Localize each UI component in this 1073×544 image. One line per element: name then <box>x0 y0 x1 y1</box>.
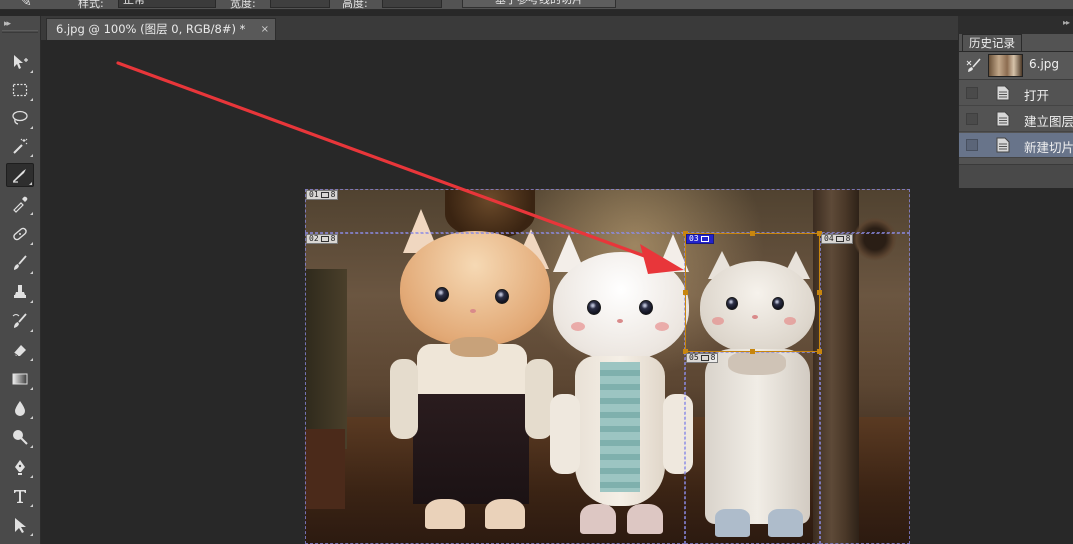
history-panel-tab[interactable]: 历史记录 <box>962 34 1022 52</box>
panel-collapse-icon[interactable]: ▸▸ <box>1063 18 1070 27</box>
height-field[interactable] <box>382 0 442 8</box>
slice-number: 04 <box>824 234 834 243</box>
pen-tool-icon[interactable] <box>6 455 34 479</box>
toolbox-grip[interactable] <box>2 30 38 33</box>
history-panel-footer <box>959 164 1073 188</box>
history-step-new-slice[interactable]: 新建切片 <box>959 133 1073 158</box>
healing-brush-tool-icon[interactable] <box>6 222 34 246</box>
image-slice-icon <box>700 355 709 361</box>
slice-badge-05[interactable]: 05 8 <box>686 353 719 363</box>
document-tab[interactable]: 6.jpg @ 100% (图层 0, RGB/8#) * × <box>46 18 276 40</box>
slice-number: 01 <box>309 190 319 199</box>
image-slice-icon <box>320 236 329 242</box>
slice-badge-02[interactable]: 02 8 <box>306 234 339 244</box>
image-doll-white-cat <box>545 224 695 544</box>
history-source-checkbox[interactable] <box>966 113 978 125</box>
history-step-open[interactable]: 打开 <box>959 81 1073 106</box>
document-tab-bar: 6.jpg @ 100% (图层 0, RGB/8#) * × <box>41 16 1073 40</box>
image-shelf-left <box>305 429 345 509</box>
path-selection-tool-icon[interactable] <box>6 513 34 537</box>
history-source-checkbox[interactable] <box>966 87 978 99</box>
image-plant-left <box>305 269 347 449</box>
toolbox-collapse-icon[interactable]: ▸▸ <box>4 19 11 29</box>
options-bar: ✎ 样式: 正常 宽度: 高度: 基于参考线的切片 <box>0 0 1073 10</box>
lasso-tool-icon[interactable] <box>6 106 34 130</box>
slice-number: 02 <box>309 234 319 243</box>
gradient-tool-icon[interactable] <box>6 367 34 391</box>
slice-handle-left[interactable] <box>683 290 688 295</box>
history-step-label: 打开 <box>1024 88 1050 103</box>
slice-handle-bottom-right[interactable] <box>817 349 822 354</box>
document-icon <box>996 85 1010 101</box>
clone-stamp-tool-icon[interactable] <box>6 280 34 304</box>
photoshop-window: ✎ 样式: 正常 宽度: 高度: 基于参考线的切片 ▸▸ <box>0 0 1073 544</box>
image-doll-grey-cat <box>690 239 825 544</box>
canvas-area[interactable]: 01 8 02 8 03 04 8 05 8 <box>41 40 1073 544</box>
slice-handle-right[interactable] <box>817 290 822 295</box>
image-doll-orange-cat <box>390 209 555 544</box>
slice-badge-03[interactable]: 03 <box>686 234 714 244</box>
eraser-tool-icon[interactable] <box>6 338 34 362</box>
toolbox: ▸▸ <box>0 16 41 544</box>
history-brush-source-icon[interactable] <box>966 58 984 74</box>
slice-number: 05 <box>689 353 699 362</box>
image-seed-pod <box>853 217 897 261</box>
slice-badge-04[interactable]: 04 8 <box>821 234 854 244</box>
move-tool-icon[interactable] <box>6 50 34 74</box>
history-brush-tool-icon[interactable] <box>6 309 34 333</box>
history-panel: 历史记录 6.jpg 打开 建立图层 新建切片 <box>958 34 1073 188</box>
image-slice-icon <box>320 192 329 198</box>
height-label: 高度: <box>342 0 368 10</box>
close-icon[interactable]: × <box>261 19 269 40</box>
image-slice-icon <box>835 236 844 242</box>
document-icon <box>996 137 1010 153</box>
slice-handle-top[interactable] <box>750 231 755 236</box>
style-select[interactable]: 正常 <box>118 0 216 8</box>
document-tab-title: 6.jpg @ 100% (图层 0, RGB/8#) * <box>56 22 246 36</box>
slices-from-guides-button[interactable]: 基于参考线的切片 <box>462 0 616 8</box>
snapshot-name: 6.jpg <box>1029 57 1060 71</box>
document-icon <box>996 111 1010 127</box>
image-slice-icon <box>700 236 709 242</box>
slice-link-count: 8 <box>330 234 336 243</box>
history-snapshot[interactable]: 6.jpg <box>959 52 1073 80</box>
magic-wand-tool-icon[interactable] <box>6 134 34 158</box>
history-step-label: 新建切片 <box>1024 140 1073 155</box>
document-image[interactable]: 01 8 02 8 03 04 8 05 8 <box>305 189 910 544</box>
slice-tool-icon[interactable] <box>6 163 34 187</box>
blur-tool-icon[interactable] <box>6 396 34 420</box>
eyedropper-tool-icon[interactable] <box>6 192 34 216</box>
marquee-tool-icon[interactable] <box>6 78 34 102</box>
slice-badge-01[interactable]: 01 8 <box>306 190 339 200</box>
brush-tool-icon[interactable] <box>6 251 34 275</box>
slice-link-count: 8 <box>710 353 716 362</box>
slice-link-count: 8 <box>845 234 851 243</box>
dodge-tool-icon[interactable] <box>6 425 34 449</box>
history-step-label: 建立图层 <box>1024 114 1073 129</box>
slice-tool-preset-icon[interactable]: ✎ <box>20 0 32 9</box>
slice-handle-bottom[interactable] <box>750 349 755 354</box>
width-label: 宽度: <box>230 0 256 10</box>
style-label: 样式: <box>78 0 104 10</box>
slice-number: 03 <box>689 234 699 243</box>
history-step-make-layer[interactable]: 建立图层 <box>959 107 1073 132</box>
width-field[interactable] <box>270 0 330 8</box>
slice-link-count: 8 <box>330 190 336 199</box>
snapshot-thumbnail <box>988 54 1023 77</box>
history-source-checkbox[interactable] <box>966 139 978 151</box>
type-tool-icon[interactable] <box>6 484 34 508</box>
panel-dock-header: ▸▸ <box>958 16 1073 34</box>
